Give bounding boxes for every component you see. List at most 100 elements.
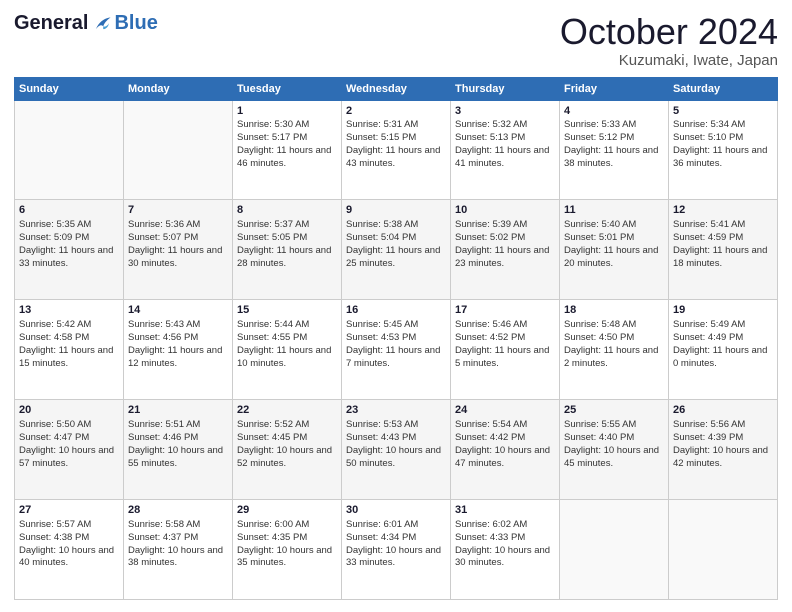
day-info: Daylight: 11 hours and 0 minutes. <box>673 345 773 371</box>
calendar-week-row: 6Sunrise: 5:35 AMSunset: 5:09 PMDaylight… <box>15 200 778 300</box>
day-number: 28 <box>128 503 228 518</box>
day-info: Sunrise: 5:30 AM <box>237 119 337 132</box>
day-number: 14 <box>128 303 228 318</box>
day-number: 23 <box>346 403 446 418</box>
day-info: Sunrise: 5:48 AM <box>564 319 664 332</box>
table-row: 13Sunrise: 5:42 AMSunset: 4:58 PMDayligh… <box>15 300 124 400</box>
day-info: Sunset: 5:05 PM <box>237 232 337 245</box>
day-info: Sunset: 4:37 PM <box>128 532 228 545</box>
calendar-week-row: 1Sunrise: 5:30 AMSunset: 5:17 PMDaylight… <box>15 100 778 200</box>
day-number: 17 <box>455 303 555 318</box>
header-tuesday: Tuesday <box>233 77 342 100</box>
day-info: Sunset: 4:50 PM <box>564 332 664 345</box>
day-number: 5 <box>673 104 773 119</box>
day-info: Sunrise: 5:51 AM <box>128 419 228 432</box>
day-number: 29 <box>237 503 337 518</box>
day-info: Sunrise: 5:33 AM <box>564 119 664 132</box>
day-info: Sunrise: 5:50 AM <box>19 419 119 432</box>
table-row: 1Sunrise: 5:30 AMSunset: 5:17 PMDaylight… <box>233 100 342 200</box>
day-info: Sunrise: 5:52 AM <box>237 419 337 432</box>
day-info: Sunrise: 5:31 AM <box>346 119 446 132</box>
day-info: Daylight: 10 hours and 33 minutes. <box>346 545 446 571</box>
table-row: 25Sunrise: 5:55 AMSunset: 4:40 PMDayligh… <box>560 400 669 500</box>
day-info: Sunset: 4:56 PM <box>128 332 228 345</box>
day-number: 10 <box>455 203 555 218</box>
day-info: Sunset: 4:49 PM <box>673 332 773 345</box>
day-info: Sunrise: 5:34 AM <box>673 119 773 132</box>
day-info: Daylight: 11 hours and 15 minutes. <box>19 345 119 371</box>
day-info: Sunrise: 6:00 AM <box>237 519 337 532</box>
day-number: 13 <box>19 303 119 318</box>
day-info: Sunrise: 5:45 AM <box>346 319 446 332</box>
day-number: 30 <box>346 503 446 518</box>
table-row <box>124 100 233 200</box>
table-row: 7Sunrise: 5:36 AMSunset: 5:07 PMDaylight… <box>124 200 233 300</box>
day-info: Sunrise: 5:43 AM <box>128 319 228 332</box>
month-title: October 2024 <box>560 12 778 52</box>
day-info: Daylight: 11 hours and 5 minutes. <box>455 345 555 371</box>
day-info: Daylight: 11 hours and 12 minutes. <box>128 345 228 371</box>
day-info: Sunset: 5:07 PM <box>128 232 228 245</box>
header-sunday: Sunday <box>15 77 124 100</box>
day-info: Daylight: 10 hours and 40 minutes. <box>19 545 119 571</box>
day-number: 11 <box>564 203 664 218</box>
logo: General Blue <box>14 12 158 35</box>
title-area: October 2024 Kuzumaki, Iwate, Japan <box>560 12 778 69</box>
day-info: Sunrise: 5:49 AM <box>673 319 773 332</box>
day-info: Daylight: 11 hours and 2 minutes. <box>564 345 664 371</box>
day-info: Sunrise: 5:39 AM <box>455 219 555 232</box>
day-number: 3 <box>455 104 555 119</box>
day-number: 7 <box>128 203 228 218</box>
day-info: Sunrise: 5:55 AM <box>564 419 664 432</box>
day-number: 9 <box>346 203 446 218</box>
day-info: Sunset: 4:34 PM <box>346 532 446 545</box>
day-info: Daylight: 10 hours and 30 minutes. <box>455 545 555 571</box>
calendar-header-row: Sunday Monday Tuesday Wednesday Thursday… <box>15 77 778 100</box>
logo-bird-icon <box>90 13 112 35</box>
day-info: Daylight: 11 hours and 18 minutes. <box>673 245 773 271</box>
table-row: 30Sunrise: 6:01 AMSunset: 4:34 PMDayligh… <box>342 500 451 600</box>
table-row <box>15 100 124 200</box>
day-number: 25 <box>564 403 664 418</box>
day-number: 8 <box>237 203 337 218</box>
day-number: 21 <box>128 403 228 418</box>
header: General Blue October 2024 Kuzumaki, Iwat… <box>14 12 778 69</box>
calendar-table: Sunday Monday Tuesday Wednesday Thursday… <box>14 77 778 600</box>
day-number: 26 <box>673 403 773 418</box>
day-info: Daylight: 10 hours and 38 minutes. <box>128 545 228 571</box>
day-info: Sunrise: 5:53 AM <box>346 419 446 432</box>
table-row <box>560 500 669 600</box>
day-info: Daylight: 11 hours and 20 minutes. <box>564 245 664 271</box>
day-number: 24 <box>455 403 555 418</box>
day-info: Sunset: 5:17 PM <box>237 132 337 145</box>
day-info: Sunrise: 5:57 AM <box>19 519 119 532</box>
day-info: Sunset: 4:40 PM <box>564 432 664 445</box>
location: Kuzumaki, Iwate, Japan <box>560 52 778 69</box>
table-row: 17Sunrise: 5:46 AMSunset: 4:52 PMDayligh… <box>451 300 560 400</box>
day-info: Daylight: 10 hours and 42 minutes. <box>673 445 773 471</box>
day-info: Daylight: 11 hours and 25 minutes. <box>346 245 446 271</box>
day-info: Daylight: 10 hours and 52 minutes. <box>237 445 337 471</box>
day-info: Daylight: 11 hours and 30 minutes. <box>128 245 228 271</box>
table-row: 26Sunrise: 5:56 AMSunset: 4:39 PMDayligh… <box>669 400 778 500</box>
day-info: Sunset: 5:12 PM <box>564 132 664 145</box>
day-info: Daylight: 11 hours and 43 minutes. <box>346 145 446 171</box>
table-row: 8Sunrise: 5:37 AMSunset: 5:05 PMDaylight… <box>233 200 342 300</box>
day-info: Sunrise: 5:38 AM <box>346 219 446 232</box>
day-info: Daylight: 10 hours and 45 minutes. <box>564 445 664 471</box>
header-friday: Friday <box>560 77 669 100</box>
day-info: Sunset: 4:42 PM <box>455 432 555 445</box>
table-row: 28Sunrise: 5:58 AMSunset: 4:37 PMDayligh… <box>124 500 233 600</box>
day-info: Sunrise: 5:56 AM <box>673 419 773 432</box>
day-info: Sunrise: 6:01 AM <box>346 519 446 532</box>
day-number: 12 <box>673 203 773 218</box>
table-row: 3Sunrise: 5:32 AMSunset: 5:13 PMDaylight… <box>451 100 560 200</box>
table-row: 29Sunrise: 6:00 AMSunset: 4:35 PMDayligh… <box>233 500 342 600</box>
day-number: 31 <box>455 503 555 518</box>
table-row: 2Sunrise: 5:31 AMSunset: 5:15 PMDaylight… <box>342 100 451 200</box>
day-info: Sunrise: 5:44 AM <box>237 319 337 332</box>
table-row: 15Sunrise: 5:44 AMSunset: 4:55 PMDayligh… <box>233 300 342 400</box>
table-row: 10Sunrise: 5:39 AMSunset: 5:02 PMDayligh… <box>451 200 560 300</box>
day-number: 15 <box>237 303 337 318</box>
day-info: Sunrise: 5:58 AM <box>128 519 228 532</box>
